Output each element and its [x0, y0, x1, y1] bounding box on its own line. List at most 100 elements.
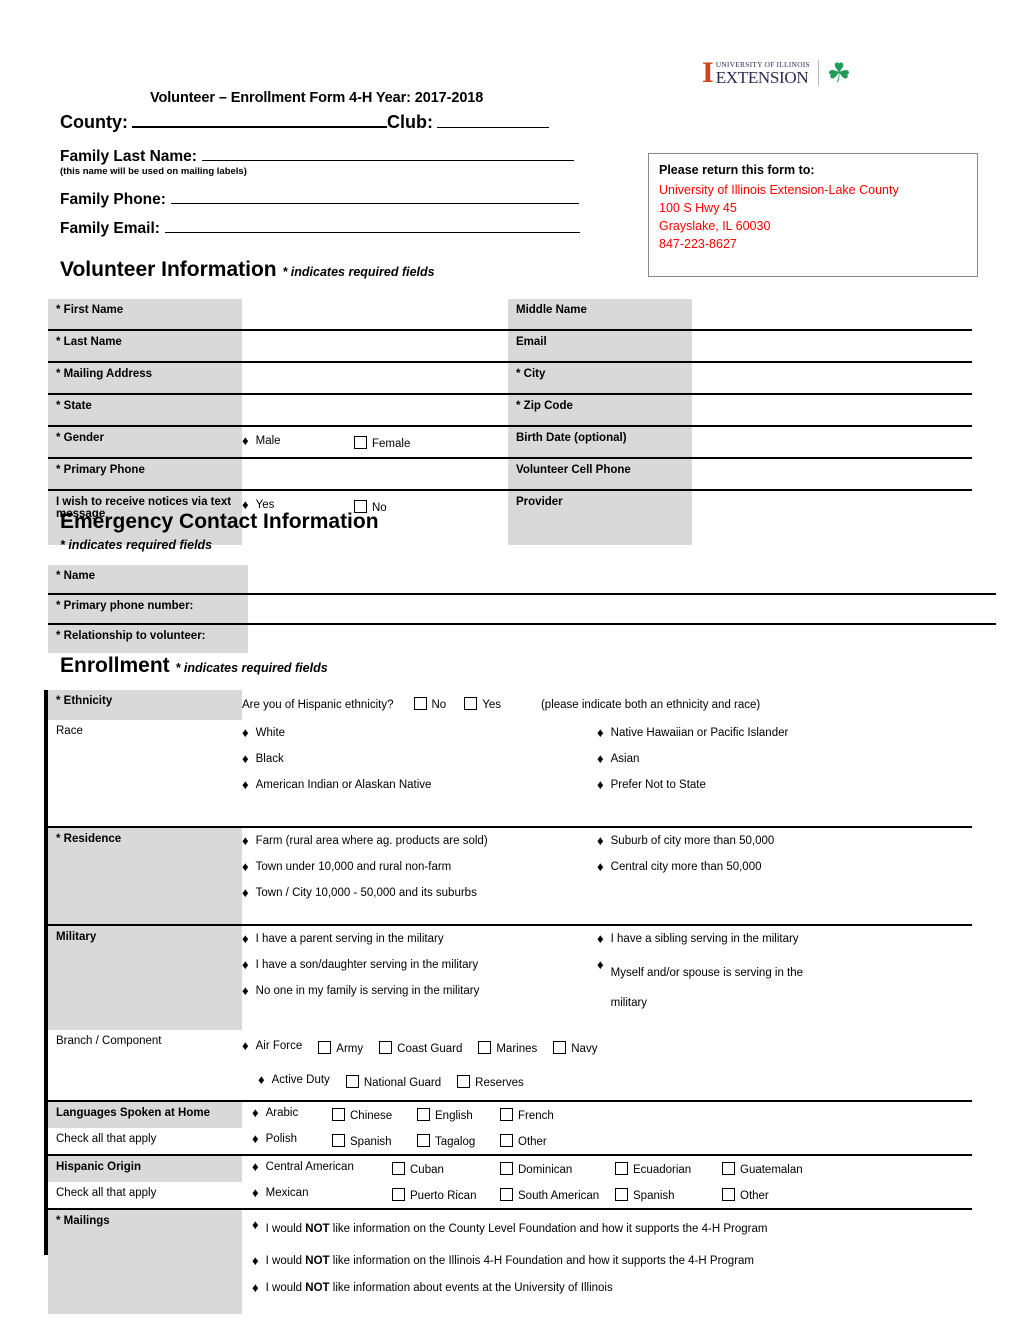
input-state[interactable] [242, 393, 508, 426]
residence-option-farm[interactable]: ♦ Farm (rural area where ag. products are… [242, 834, 488, 847]
emergency-heading-note: * indicates required fields [60, 538, 213, 552]
mailings-option-county-foundation[interactable]: ♦ I would NOT like information on the Co… [252, 1218, 852, 1240]
race-option-asian[interactable]: ♦ Asian [597, 752, 639, 765]
input-first-name[interactable] [242, 299, 508, 330]
county-label: County: [60, 112, 128, 132]
ethnicity-option-yes[interactable]: Yes [464, 695, 501, 711]
table-row: Hispanic Origin ♦ Central American Cuban … [48, 1154, 972, 1182]
input-middle-name[interactable] [692, 299, 972, 330]
language-option-other[interactable]: Other [500, 1132, 547, 1148]
label-ethnicity: * Ethnicity [48, 690, 242, 720]
input-last-name[interactable] [242, 329, 508, 362]
race-option-prefer-not-to-state[interactable]: ♦ Prefer Not to State [597, 778, 706, 791]
branch-option-army[interactable]: Army [318, 1039, 363, 1055]
hispanic-option-central-american[interactable]: ♦ Central American [252, 1160, 392, 1173]
mailings-options: ♦ I would NOT like information on the Co… [242, 1208, 972, 1314]
hispanic-option-dominican[interactable]: Dominican [500, 1160, 615, 1176]
residence-option-suburb[interactable]: ♦ Suburb of city more than 50,000 [597, 834, 774, 847]
residence-option-town-10000-50000[interactable]: ♦ Town / City 10,000 - 50,000 and its sub… [242, 886, 477, 899]
gender-option-male[interactable]: ♦ Male [242, 434, 354, 447]
language-option-chinese[interactable]: Chinese [332, 1106, 417, 1122]
branch-option-coast-guard[interactable]: Coast Guard [379, 1039, 462, 1055]
label-hispanic-origin: Hispanic Origin [48, 1154, 242, 1182]
label-volunteer-cell-phone: Volunteer Cell Phone [508, 457, 692, 490]
branch-option-air-force[interactable]: ♦ Air Force [242, 1039, 302, 1052]
military-option-none[interactable]: ♦ No one in my family is serving in the m… [242, 984, 479, 997]
hispanic-origin-row-1: ♦ Central American Cuban Dominican Ecuado… [242, 1154, 972, 1182]
input-primary-phone[interactable] [242, 457, 508, 490]
gender-option-female[interactable]: Female [354, 434, 410, 450]
family-last-name-label: Family Last Name: [60, 148, 197, 165]
race-option-white-label: White [255, 727, 286, 739]
input-emergency-phone[interactable] [248, 593, 996, 624]
language-option-french[interactable]: French [500, 1106, 554, 1122]
military-option-parent[interactable]: ♦ I have a parent serving in the military [242, 932, 444, 945]
race-option-white[interactable]: ♦ White [242, 726, 285, 739]
page-title: Volunteer – Enrollment Form 4-H Year: 20… [150, 90, 484, 106]
hispanic-option-spanish[interactable]: Spanish [615, 1186, 722, 1202]
table-row: Check all that apply ♦ Mexican Puerto Ric… [48, 1182, 972, 1209]
branch-option-national-guard[interactable]: National Guard [345, 1073, 441, 1089]
race-option-american-indian[interactable]: ♦ American Indian or Alaskan Native [242, 778, 431, 791]
hispanic-option-puerto-rican[interactable]: Puerto Rican [392, 1186, 500, 1202]
input-mailing-address[interactable] [242, 361, 508, 394]
military-option-self-spouse[interactable]: ♦ Myself and/or spouse is serving in the… [597, 958, 812, 1018]
race-option-native-hawaiian[interactable]: ♦ Native Hawaiian or Pacific Islander [597, 726, 788, 739]
race-options: ♦ White ♦ Black ♦ American Indian or Alaska… [242, 720, 972, 827]
input-volunteer-cell-phone[interactable] [692, 457, 972, 490]
table-row: * Residence ♦ Farm (rural area where ag. … [48, 826, 972, 925]
input-emergency-name[interactable] [248, 565, 996, 594]
diamond-marker-icon: ♦ [597, 725, 604, 740]
language-option-polish[interactable]: ♦ Polish [252, 1132, 332, 1145]
family-email-input-rule[interactable] [164, 219, 580, 233]
hispanic-option-mexican[interactable]: ♦ Mexican [252, 1186, 392, 1199]
hispanic-option-guatemalan[interactable]: Guatemalan [722, 1160, 803, 1176]
club-input-rule[interactable] [436, 113, 549, 128]
input-provider[interactable] [692, 489, 972, 545]
branch-option-navy[interactable]: Navy [553, 1039, 597, 1055]
input-zip-code[interactable] [692, 393, 972, 426]
mailings-option-university-events[interactable]: ♦ I would NOT like information about eve… [252, 1281, 613, 1294]
logo-wordmark: UNIVERSITY OF ILLINOIS EXTENSION [716, 60, 810, 86]
input-city[interactable] [692, 361, 972, 394]
diamond-marker-icon: ♦ [242, 433, 249, 448]
branch-option-reserves[interactable]: Reserves [457, 1073, 524, 1089]
input-emergency-relationship[interactable] [248, 623, 996, 653]
label-emergency-relationship: * Relationship to volunteer: [48, 623, 248, 653]
table-row: Languages Spoken at Home ♦ Arabic Chinese… [48, 1100, 972, 1128]
family-phone-input-rule[interactable] [170, 190, 579, 204]
hispanic-option-other[interactable]: Other [722, 1186, 769, 1202]
hispanic-option-mexican-label: Mexican [265, 1187, 309, 1199]
military-option-son-daughter[interactable]: ♦ I have a son/daughter serving in the mi… [242, 958, 478, 971]
military-option-sibling[interactable]: ♦ I have a sibling serving in the militar… [597, 932, 799, 945]
diamond-marker-icon: ♦ [597, 833, 604, 848]
diamond-marker-icon: ♦ [258, 1072, 265, 1087]
ethnicity-option-no[interactable]: No [413, 695, 446, 711]
input-email[interactable] [692, 329, 972, 362]
residence-option-central-city[interactable]: ♦ Central city more than 50,000 [597, 860, 762, 873]
diamond-marker-icon: ♦ [242, 497, 249, 512]
mailings-option-illinois-foundation[interactable]: ♦ I would NOT like information on the Il… [252, 1254, 754, 1267]
diamond-marker-icon: ♦ [242, 983, 249, 998]
language-option-tagalog[interactable]: Tagalog [417, 1132, 500, 1148]
table-row: * Ethnicity Are you of Hispanic ethnicit… [48, 690, 972, 720]
checkbox-icon [332, 1108, 345, 1121]
hispanic-option-central-american-label: Central American [265, 1161, 354, 1173]
branch-option-active-duty[interactable]: ♦ Active Duty [258, 1073, 330, 1086]
table-row: * Name [48, 565, 996, 594]
hispanic-option-south-american[interactable]: South American [500, 1186, 615, 1202]
hispanic-option-ecuadorian[interactable]: Ecuadorian [615, 1160, 722, 1176]
checkbox-icon [615, 1162, 628, 1175]
county-input-rule[interactable] [131, 112, 387, 128]
logo-line-extension: EXTENSION [715, 68, 809, 87]
label-primary-phone: * Primary Phone [48, 457, 242, 490]
hispanic-option-cuban[interactable]: Cuban [392, 1160, 500, 1176]
language-option-spanish[interactable]: Spanish [332, 1132, 417, 1148]
branch-option-marines[interactable]: Marines [478, 1039, 537, 1055]
input-birth-date[interactable] [692, 425, 972, 458]
residence-option-town-under-10000[interactable]: ♦ Town under 10,000 and rural non-farm [242, 860, 451, 873]
race-option-black[interactable]: ♦ Black [242, 752, 284, 765]
language-option-arabic[interactable]: ♦ Arabic [252, 1106, 332, 1119]
language-option-english[interactable]: English [417, 1106, 500, 1122]
family-last-name-input-rule[interactable] [201, 147, 574, 161]
